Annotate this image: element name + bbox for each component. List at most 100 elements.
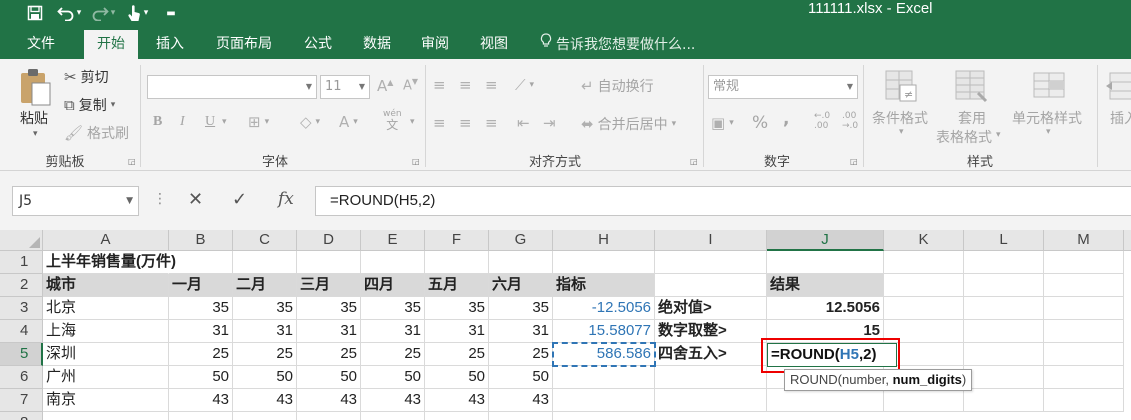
cell-h4[interactable]: 15.58077 <box>553 320 655 343</box>
cell-i5[interactable]: 四舍五入> <box>655 343 767 366</box>
cell-g1[interactable] <box>489 251 553 274</box>
cell-f7[interactable]: 43 <box>425 389 489 412</box>
cell-l1[interactable] <box>964 251 1044 274</box>
alignment-launcher-icon[interactable]: ◲ <box>690 157 698 166</box>
row-header-4[interactable]: 4 <box>0 320 43 343</box>
cell-g2[interactable]: 六月 <box>489 274 553 297</box>
tab-review[interactable]: 审阅 <box>410 30 460 59</box>
cell-m2[interactable] <box>1044 274 1124 297</box>
cell-e8[interactable] <box>361 412 425 420</box>
cell-k7[interactable] <box>884 389 964 412</box>
cell-e2[interactable]: 四月 <box>361 274 425 297</box>
font-name-combo[interactable]: ▼ <box>147 75 317 99</box>
cell-d6[interactable]: 50 <box>297 366 361 389</box>
decrease-indent-button[interactable]: ⇤ <box>517 114 530 132</box>
column-header-c[interactable]: C <box>233 230 297 251</box>
cell-d2[interactable]: 三月 <box>297 274 361 297</box>
cell-l6[interactable] <box>964 366 1044 389</box>
cell-e4[interactable]: 31 <box>361 320 425 343</box>
row-header-1[interactable]: 1 <box>0 251 43 274</box>
cell-a7[interactable]: 南京 <box>43 389 169 412</box>
cell-a6[interactable]: 广州 <box>43 366 169 389</box>
grow-font-button[interactable]: A▲ <box>377 77 393 95</box>
column-header-f[interactable]: F <box>425 230 489 251</box>
shrink-font-button[interactable]: A▼ <box>403 77 418 93</box>
column-header-j[interactable]: J <box>767 230 884 251</box>
font-size-combo[interactable]: 11 ▼ <box>320 75 370 99</box>
cell-i6[interactable] <box>655 366 767 389</box>
cell-m1[interactable] <box>1044 251 1124 274</box>
accounting-format-button[interactable]: ▣ ▾ <box>711 114 734 132</box>
wrap-text-button[interactable]: ↵ 自动换行 <box>581 76 654 96</box>
undo-icon[interactable]: ▾ <box>52 1 86 25</box>
cell-b2[interactable]: 一月 <box>169 274 233 297</box>
align-right-button[interactable]: ≡ <box>485 114 498 132</box>
cell-e3[interactable]: 35 <box>361 297 425 320</box>
cell-g7[interactable]: 43 <box>489 389 553 412</box>
underline-dropdown-icon[interactable]: ▾ <box>222 117 227 127</box>
copy-button[interactable]: ⧉ 复制 ▾ <box>64 95 115 115</box>
align-bottom-button[interactable]: ≡ <box>485 76 498 94</box>
cell-h3[interactable]: -12.5056 <box>553 297 655 320</box>
cell-b4[interactable]: 31 <box>169 320 233 343</box>
copy-dropdown-icon[interactable]: ▾ <box>111 100 116 110</box>
cell-h2[interactable]: 指标 <box>553 274 655 297</box>
column-header-d[interactable]: D <box>297 230 361 251</box>
number-format-combo[interactable]: 常规 ▼ <box>708 75 858 99</box>
cell-e1[interactable] <box>361 251 425 274</box>
cell-f4[interactable]: 31 <box>425 320 489 343</box>
bold-button[interactable]: B <box>153 114 162 130</box>
cut-button[interactable]: ✂ 剪切 <box>64 67 109 87</box>
cell-a8[interactable] <box>43 412 169 420</box>
column-header-n[interactable] <box>1124 230 1131 251</box>
column-header-m[interactable]: M <box>1044 230 1124 251</box>
cell-l5[interactable] <box>964 343 1044 366</box>
cell-f3[interactable]: 35 <box>425 297 489 320</box>
cell-h1[interactable] <box>553 251 655 274</box>
cell-i3[interactable]: 绝对值> <box>655 297 767 320</box>
tab-page-layout[interactable]: 页面布局 <box>203 30 285 59</box>
borders-button[interactable]: ⊞ ▾ <box>248 113 269 131</box>
font-color-button[interactable]: A ▾ <box>339 113 358 131</box>
row-header-5[interactable]: 5 <box>0 343 43 366</box>
cell-m4[interactable] <box>1044 320 1124 343</box>
cell-j7[interactable] <box>767 389 884 412</box>
phonetic-dropdown-icon[interactable]: ▾ <box>410 117 415 127</box>
column-header-k[interactable]: K <box>884 230 964 251</box>
cell-a1[interactable]: 上半年销售量(万件) <box>43 251 176 274</box>
cell-c1[interactable] <box>233 251 297 274</box>
cell-i4[interactable]: 数字取整> <box>655 320 767 343</box>
cancel-icon[interactable]: ✕ <box>188 189 203 210</box>
tell-me-search[interactable]: 告诉我您想要做什么... <box>540 30 695 59</box>
column-header-b[interactable]: B <box>169 230 233 251</box>
italic-button[interactable]: I <box>180 114 185 130</box>
cell-j3[interactable]: 12.5056 <box>767 297 884 320</box>
cell-f1[interactable] <box>425 251 489 274</box>
fill-color-button[interactable]: ◇ ▾ <box>300 113 320 131</box>
cell-i1[interactable] <box>655 251 767 274</box>
cell-c5[interactable]: 25 <box>233 343 297 366</box>
cell-e6[interactable]: 50 <box>361 366 425 389</box>
align-center-button[interactable]: ≡ <box>459 114 472 132</box>
cell-f5[interactable]: 25 <box>425 343 489 366</box>
cell-g4[interactable]: 31 <box>489 320 553 343</box>
enter-icon[interactable]: ✓ <box>232 189 247 210</box>
cell-k2[interactable] <box>884 274 964 297</box>
cell-b5[interactable]: 25 <box>169 343 233 366</box>
orientation-button[interactable]: ⟋ ▾ <box>515 76 534 94</box>
cell-d8[interactable] <box>297 412 361 420</box>
chevron-down-icon[interactable]: ▼ <box>126 187 133 215</box>
cell-g5[interactable]: 25 <box>489 343 553 366</box>
cell-f2[interactable]: 五月 <box>425 274 489 297</box>
cell-a2[interactable]: 城市 <box>43 274 169 297</box>
comma-button[interactable]: , <box>783 109 789 129</box>
redo-dropdown-icon[interactable]: ▾ <box>111 8 116 18</box>
row-header-8[interactable]: 8 <box>0 412 43 420</box>
cell-b7[interactable]: 43 <box>169 389 233 412</box>
increase-indent-button[interactable]: ⇥ <box>543 114 556 132</box>
cell-b1[interactable] <box>169 251 233 274</box>
font-launcher-icon[interactable]: ◲ <box>412 157 420 166</box>
cell-f8[interactable] <box>425 412 489 420</box>
column-header-g[interactable]: G <box>489 230 553 251</box>
tab-view[interactable]: 视图 <box>469 30 519 59</box>
